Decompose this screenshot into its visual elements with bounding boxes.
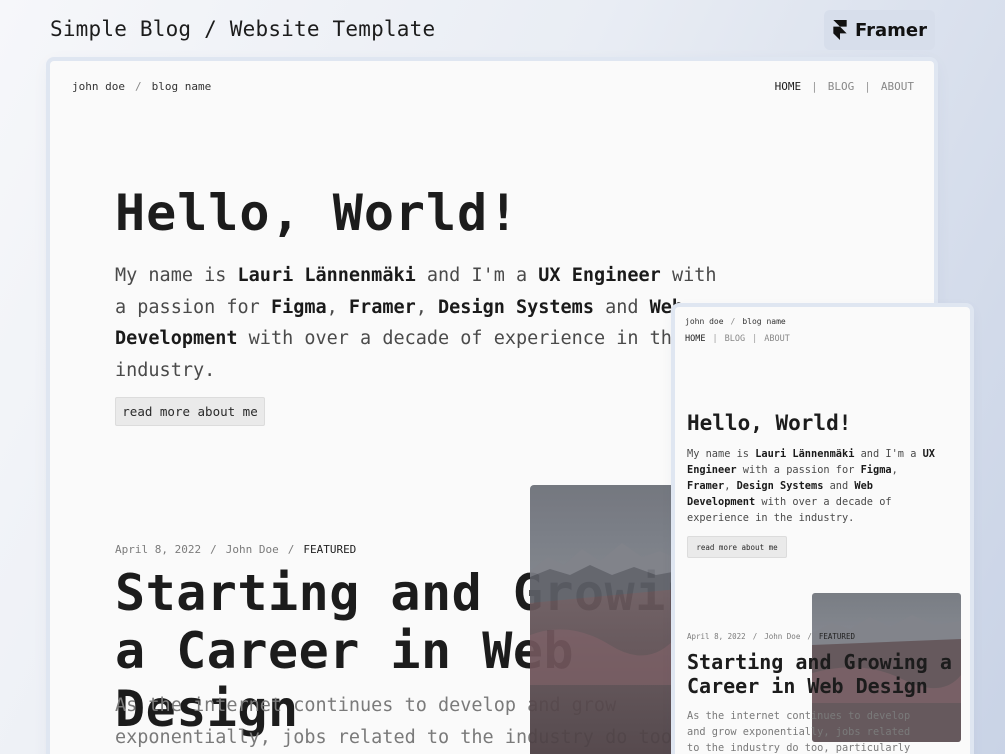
mobile-post-excerpt: As the internet continues to develop and… <box>687 710 911 754</box>
nav-separator: | <box>864 80 871 93</box>
post-author[interactable]: John Doe <box>226 543 279 556</box>
mobile-nav: HOME | BLOG | ABOUT <box>685 334 790 344</box>
site-brand[interactable]: john doe / blog name <box>72 80 211 93</box>
mobile-nav-about[interactable]: ABOUT <box>764 334 790 344</box>
hero-intro: My name is Lauri Lännenmäki and I'm a UX… <box>115 265 717 381</box>
mobile-post-meta: April 8, 2022/John Doe / FEATURED <box>687 632 855 641</box>
page-title: Simple Blog / Website Template <box>50 17 436 41</box>
post-tag[interactable]: FEATURED <box>303 543 356 556</box>
nav-link-blog[interactable]: BLOG <box>828 80 855 93</box>
mobile-hero-intro: My name is Lauri Lännenmäki and I'm a UX… <box>687 448 936 524</box>
post-date: April 8, 2022 <box>115 543 202 556</box>
hero-title: Hello, World! <box>115 184 520 242</box>
mobile-hero-title: Hello, World! <box>687 411 852 435</box>
post-cover-image[interactable] <box>530 485 678 754</box>
site-author: john doe <box>72 80 125 93</box>
mobile-preview: john doe / blog name HOME | BLOG | ABOUT Hello… <box>675 307 970 754</box>
read-more-button[interactable]: read more about me <box>115 397 265 426</box>
brand-separator: / <box>134 80 142 93</box>
post-meta: April 8, 2022/John Doe / FEATURED <box>115 543 357 556</box>
mobile-read-more-button[interactable]: read more about me <box>687 536 787 558</box>
site-blog-name: blog name <box>151 80 212 93</box>
framer-logo-icon <box>833 20 847 40</box>
nav-link-home[interactable]: HOME <box>775 80 802 93</box>
framer-badge[interactable]: Framer <box>824 10 935 50</box>
mobile-nav-blog[interactable]: BLOG <box>725 334 745 344</box>
mobile-post-title[interactable]: Starting and Growing a Career in Web Des… <box>687 650 967 698</box>
mobile-nav-home[interactable]: HOME <box>685 334 705 344</box>
main-nav: HOME | BLOG | ABOUT <box>775 80 914 93</box>
nav-separator: | <box>811 80 818 93</box>
framer-brand-label: Framer <box>855 19 928 41</box>
mobile-site-brand[interactable]: john doe / blog name <box>685 317 786 326</box>
nav-link-about[interactable]: ABOUT <box>881 80 914 93</box>
